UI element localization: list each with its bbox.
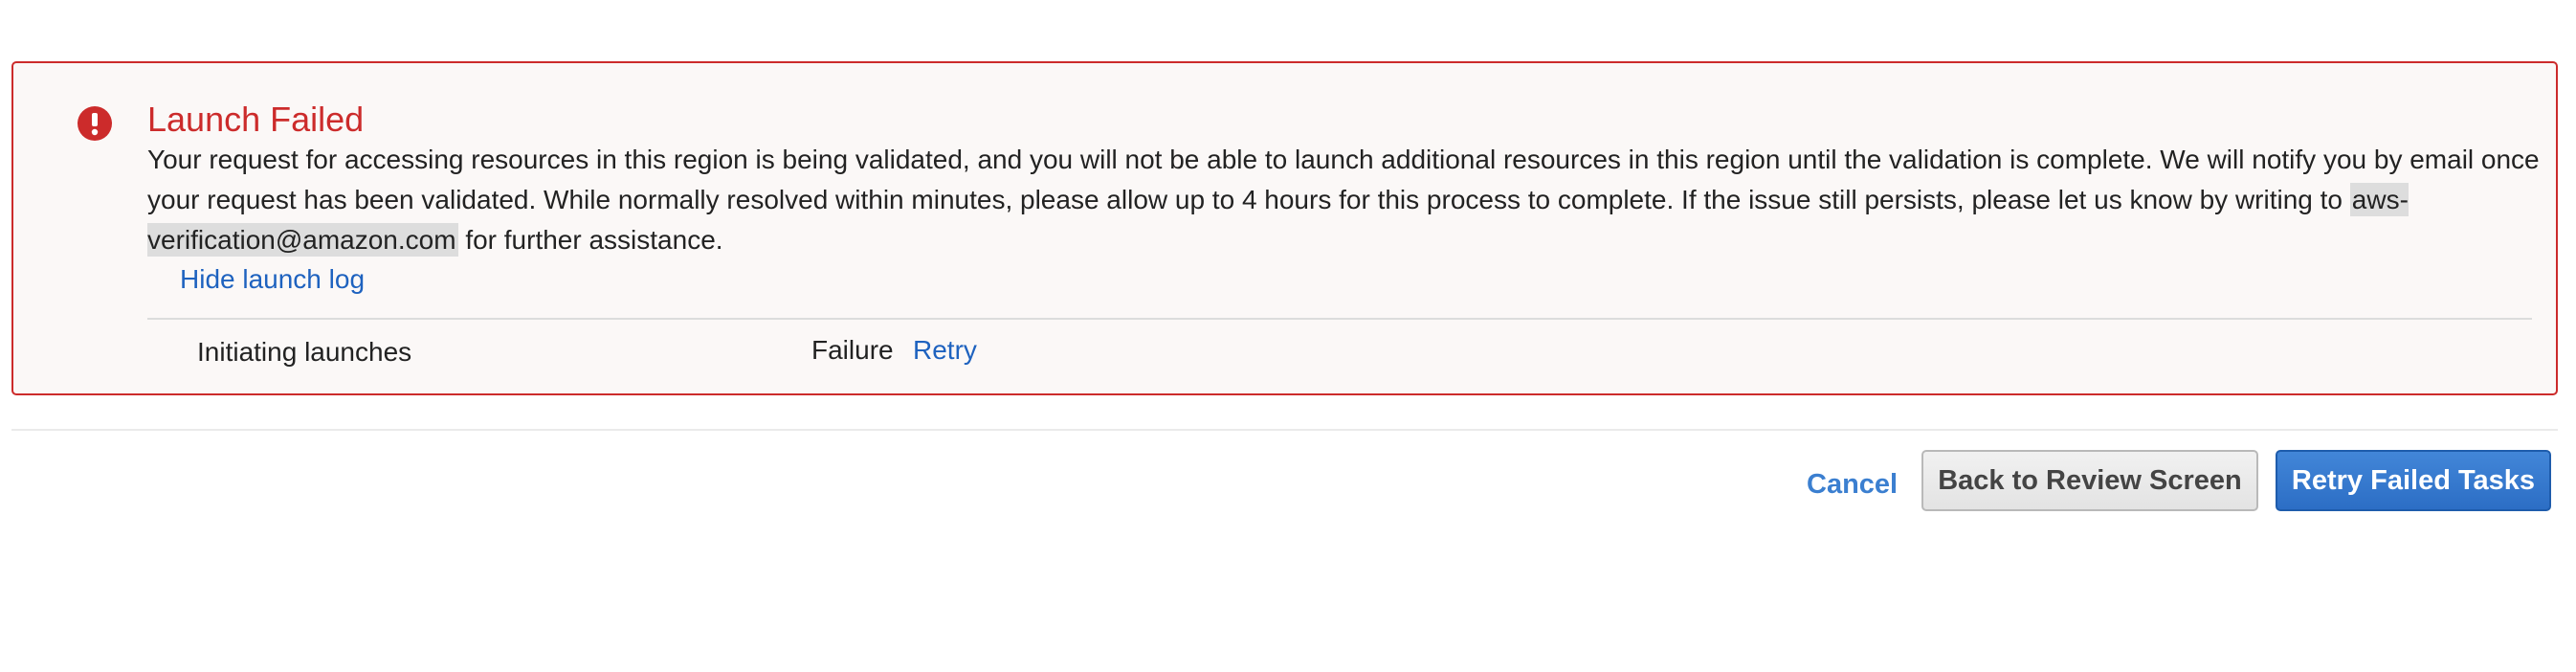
launch-log-row: Initiating launches Failure Retry <box>147 331 2532 379</box>
alert-message-text-end: for further assistance. <box>457 225 723 255</box>
alert-title: Launch Failed <box>147 100 365 139</box>
page-divider <box>11 429 2558 431</box>
log-retry-link[interactable]: Retry <box>913 335 977 366</box>
launch-failed-alert: Launch Failed Your request for accessing… <box>11 61 2558 395</box>
log-task-status: Failure <box>811 335 894 365</box>
log-divider <box>147 318 2532 320</box>
cancel-button[interactable]: Cancel <box>1807 465 1898 504</box>
back-to-review-button[interactable]: Back to Review Screen <box>1921 450 2258 511</box>
retry-failed-tasks-button[interactable]: Retry Failed Tasks <box>2276 450 2551 511</box>
hide-launch-log-link[interactable]: Hide launch log <box>180 260 365 299</box>
launch-status-page: Launch Failed Your request for accessing… <box>0 0 2576 672</box>
alert-message-text: Your request for accessing resources in … <box>147 145 2540 214</box>
exclamation-circle-icon <box>67 96 122 151</box>
alert-message: Your request for accessing resources in … <box>147 140 2540 260</box>
log-task-name: Initiating launches <box>197 337 412 367</box>
